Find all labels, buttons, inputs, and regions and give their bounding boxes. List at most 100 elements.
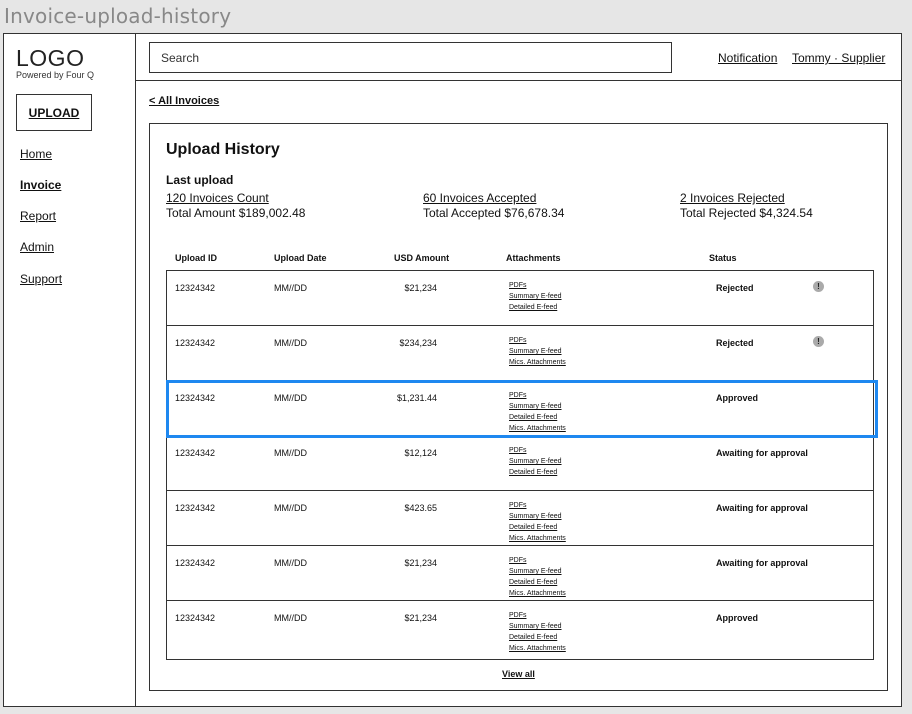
table-row[interactable]: 12324342 MM//DD $12,124 PDFs Summary E-feed D… xyxy=(167,436,873,491)
breadcrumb-all-invoices[interactable]: < All Invoices xyxy=(149,95,219,107)
total-accepted-text: Total Accepted $76,678.34 xyxy=(423,206,565,220)
table-row[interactable]: 12324342 MM//DD $21,234 PDFs Summary E-feed D… xyxy=(167,271,873,326)
attachment-link[interactable]: PDFs xyxy=(509,390,566,401)
attachment-link[interactable]: PDFs xyxy=(509,280,562,291)
upload-id-cell: 12324342 xyxy=(175,283,216,293)
logo: LOGO xyxy=(16,45,85,71)
attachments-cell: PDFs Summary E-feed Detailed E-feed Mics. A… xyxy=(509,555,566,599)
upload-date-cell: MM//DD xyxy=(274,558,307,568)
warning-icon[interactable]: ! xyxy=(813,281,824,292)
status-cell: Awaiting for approval xyxy=(716,448,808,458)
attachment-link[interactable]: Detailed E-feed xyxy=(509,467,562,478)
attachment-link[interactable]: Mics. Attachments xyxy=(509,643,566,654)
status-cell: Awaiting for approval xyxy=(716,558,808,568)
view-all-link[interactable]: View all xyxy=(502,669,535,679)
sidebar-item-home[interactable]: Home xyxy=(20,147,52,161)
attachment-link[interactable]: Detailed E-feed xyxy=(509,302,562,313)
table-row[interactable]: 12324342 MM//DD $234,234 PDFs Summary E-feed… xyxy=(167,326,873,381)
attachment-link[interactable]: Summary E-feed xyxy=(509,401,566,412)
attachments-cell: PDFs Summary E-feed Detailed E-feed xyxy=(509,280,562,313)
total-amount-text: Total Amount $189,002.48 xyxy=(166,206,306,220)
attachment-link[interactable]: Summary E-feed xyxy=(509,511,566,522)
attachment-link[interactable]: Summary E-feed xyxy=(509,346,566,357)
upload-id-cell: 12324342 xyxy=(175,613,216,623)
column-header-attachments: Attachments xyxy=(506,253,561,263)
total-rejected-text: Total Rejected $4,324.54 xyxy=(680,206,813,220)
user-menu-link[interactable]: Tommy · Supplier xyxy=(792,51,885,65)
invoices-accepted-link[interactable]: 60 Invoices Accepted xyxy=(423,191,564,205)
stat-count: 120 Invoices Count Total Amount $189,002… xyxy=(166,191,305,220)
usd-amount-cell: $21,234 xyxy=(404,613,437,623)
upload-id-cell: 12324342 xyxy=(175,393,216,403)
attachment-link[interactable]: Summary E-feed xyxy=(509,291,562,302)
upload-id-cell: 12324342 xyxy=(175,558,216,568)
invoices-rejected-link[interactable]: 2 Invoices Rejected xyxy=(680,191,813,205)
attachment-link[interactable]: PDFs xyxy=(509,555,566,566)
invoices-count-link[interactable]: 120 Invoices Count xyxy=(166,191,305,205)
table-row[interactable]: 12324342 MM//DD $1,231.44 PDFs Summary E-fee… xyxy=(167,381,873,436)
attachment-link[interactable]: Mics. Attachments xyxy=(509,533,566,544)
attachment-link[interactable]: Detailed E-feed xyxy=(509,412,566,423)
attachment-link[interactable]: Detailed E-feed xyxy=(509,632,566,643)
stat-rejected: 2 Invoices Rejected Total Rejected $4,32… xyxy=(680,191,813,220)
column-header-upload-date: Upload Date xyxy=(274,253,327,263)
table-row[interactable]: 12324342 MM//DD $21,234 PDFs Summary E-feed D… xyxy=(167,546,873,601)
attachment-link[interactable]: Mics. Attachments xyxy=(509,357,566,368)
app-window: LOGO Powered by Four Q UPLOAD Home Invoi… xyxy=(3,33,902,707)
column-header-status: Status xyxy=(709,253,737,263)
usd-amount-cell: $423.65 xyxy=(404,503,437,513)
usd-amount-cell: $21,234 xyxy=(404,558,437,568)
top-bar: Notification Tommy · Supplier xyxy=(136,34,901,81)
powered-by-text: Powered by Four Q xyxy=(16,70,95,80)
upload-id-cell: 12324342 xyxy=(175,503,216,513)
upload-date-cell: MM//DD xyxy=(274,448,307,458)
attachment-link[interactable]: Summary E-feed xyxy=(509,621,566,632)
status-cell: Rejected xyxy=(716,283,754,293)
upload-date-cell: MM//DD xyxy=(274,503,307,513)
status-cell: Approved xyxy=(716,393,759,403)
sidebar-item-invoice[interactable]: Invoice xyxy=(20,178,61,192)
usd-amount-cell: $12,124 xyxy=(404,448,437,458)
table-row[interactable]: 12324342 MM//DD $423.65 PDFs Summary E-feed D… xyxy=(167,491,873,546)
attachments-cell: PDFs Summary E-feed Detailed E-feed xyxy=(509,445,562,478)
sidebar-item-admin[interactable]: Admin xyxy=(20,240,54,254)
column-header-usd-amount: USD Amount xyxy=(394,253,450,263)
attachments-cell: PDFs Summary E-feed Detailed E-feed Mics. A… xyxy=(509,610,566,654)
attachment-link[interactable]: PDFs xyxy=(509,335,566,346)
upload-date-cell: MM//DD xyxy=(274,338,307,348)
attachment-link[interactable]: PDFs xyxy=(509,500,566,511)
sidebar: LOGO Powered by Four Q UPLOAD Home Invoi… xyxy=(4,34,136,706)
upload-history-table: 12324342 MM//DD $21,234 PDFs Summary E-feed D… xyxy=(166,270,874,660)
sidebar-item-report[interactable]: Report xyxy=(20,209,56,223)
warning-icon[interactable]: ! xyxy=(813,336,824,347)
attachment-link[interactable]: Summary E-feed xyxy=(509,456,562,467)
attachments-cell: PDFs Summary E-feed Detailed E-feed Mics. A… xyxy=(509,500,566,544)
last-upload-heading: Last upload xyxy=(166,173,234,187)
usd-amount-cell: $21,234 xyxy=(404,283,437,293)
upload-date-cell: MM//DD xyxy=(274,283,307,293)
sidebar-item-support[interactable]: Support xyxy=(20,272,62,286)
attachment-link[interactable]: PDFs xyxy=(509,445,562,456)
status-cell: Awaiting for approval xyxy=(716,503,808,513)
upload-id-cell: 12324342 xyxy=(175,448,216,458)
column-header-upload-id: Upload ID xyxy=(175,253,217,263)
attachment-link[interactable]: Mics. Attachments xyxy=(509,423,566,434)
upload-date-cell: MM//DD xyxy=(274,613,307,623)
usd-amount-cell: $1,231.44 xyxy=(396,393,437,403)
attachments-cell: PDFs Summary E-feed Mics. Attachments xyxy=(509,335,566,368)
table-row[interactable]: 12324342 MM//DD $21,234 PDFs Summary E-feed D… xyxy=(167,601,873,656)
attachment-link[interactable]: Summary E-feed xyxy=(509,566,566,577)
search-input[interactable] xyxy=(149,42,672,73)
attachment-link[interactable]: PDFs xyxy=(509,610,566,621)
attachment-link[interactable]: Detailed E-feed xyxy=(509,522,566,533)
upload-date-cell: MM//DD xyxy=(274,393,307,403)
upload-history-panel: Upload History Last upload 120 Invoices … xyxy=(149,123,888,691)
attachments-cell: PDFs Summary E-feed Detailed E-feed Mics. A… xyxy=(509,390,566,434)
attachment-link[interactable]: Detailed E-feed xyxy=(509,577,566,588)
frame-title: Invoice-upload-history xyxy=(4,4,232,28)
notification-link[interactable]: Notification xyxy=(718,51,777,65)
upload-button[interactable]: UPLOAD xyxy=(16,94,92,131)
page-title: Upload History xyxy=(166,141,280,158)
attachment-link[interactable]: Mics. Attachments xyxy=(509,588,566,599)
upload-id-cell: 12324342 xyxy=(175,338,216,348)
